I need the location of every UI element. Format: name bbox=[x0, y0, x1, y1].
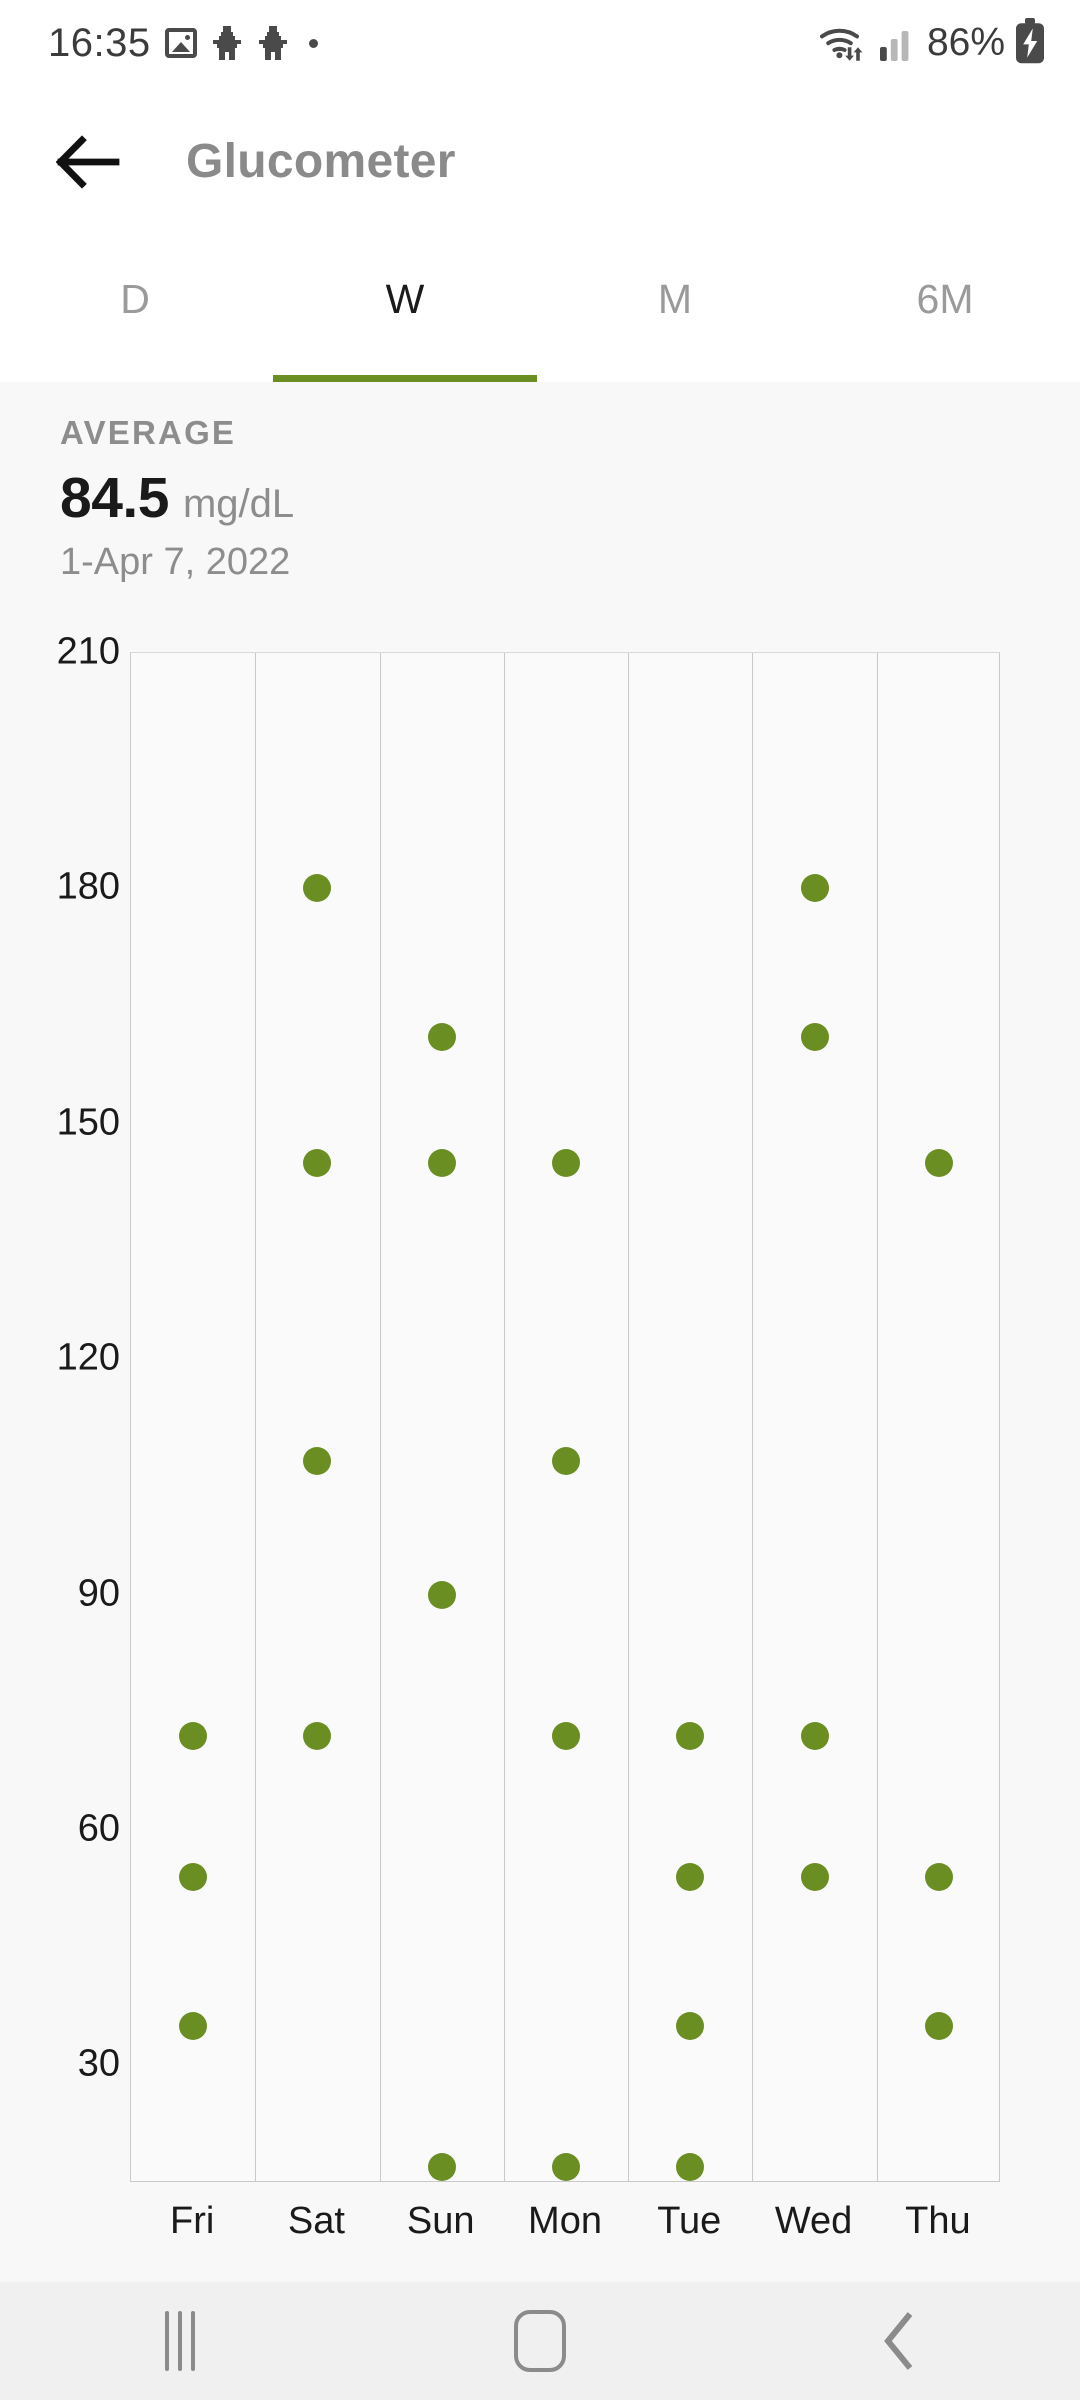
chart-data-point[interactable] bbox=[676, 1863, 705, 1891]
x-axis-tick-label: Sun bbox=[406, 2200, 475, 2242]
chart-data-point[interactable] bbox=[427, 1023, 456, 1052]
back-button-nav[interactable] bbox=[800, 2282, 1000, 2400]
chart-data-point[interactable] bbox=[676, 2153, 705, 2182]
dot-icon bbox=[308, 38, 318, 48]
chart-data-point[interactable] bbox=[800, 1023, 829, 1052]
x-axis-tick-label: Sat bbox=[287, 2200, 345, 2242]
chart-data-point[interactable] bbox=[303, 1447, 332, 1476]
y-axis-tick-label: 180 bbox=[56, 865, 120, 908]
system-navigation-bar bbox=[0, 2282, 1080, 2400]
y-axis-tick-label: 120 bbox=[56, 1336, 120, 1379]
chart-data-point[interactable] bbox=[676, 2012, 705, 2041]
chart-gridline bbox=[255, 653, 257, 2181]
tab-month-label: M bbox=[657, 276, 693, 322]
period-tab-bar: D W M 6M bbox=[0, 236, 1080, 382]
photo-icon bbox=[164, 28, 197, 58]
y-axis-tick-label: 150 bbox=[56, 1101, 120, 1144]
page-title: Glucometer bbox=[186, 134, 456, 188]
tab-six-month[interactable]: 6M bbox=[810, 236, 1080, 382]
chart-gridline bbox=[379, 653, 381, 2181]
x-axis-tick-label: Fri bbox=[169, 2200, 215, 2242]
chart-data-point[interactable] bbox=[924, 1149, 953, 1177]
chart-data-point[interactable] bbox=[800, 1863, 829, 1891]
back-button[interactable] bbox=[40, 114, 136, 210]
chart-data-point[interactable] bbox=[552, 1149, 580, 1177]
chart-plot-area bbox=[130, 652, 1000, 2182]
average-label: AVERAGE bbox=[60, 414, 237, 451]
puzzle-icon bbox=[211, 26, 243, 60]
chart-data-point[interactable] bbox=[179, 2012, 208, 2041]
chart-data-point[interactable] bbox=[800, 874, 829, 903]
average-value-row: 84.5 mg/dL bbox=[60, 465, 294, 531]
tab-week[interactable]: W bbox=[270, 236, 540, 382]
chart-gridline bbox=[628, 653, 630, 2181]
chart-data-point[interactable] bbox=[924, 2012, 953, 2041]
chart-data-point[interactable] bbox=[427, 2153, 456, 2182]
y-axis-tick-label: 210 bbox=[56, 630, 120, 673]
y-axis-labels: 210 180 150 120 90 60 30 bbox=[0, 631, 120, 2182]
back-icon bbox=[884, 2312, 913, 2370]
recents-button[interactable] bbox=[80, 2282, 280, 2400]
tab-day[interactable]: D bbox=[0, 236, 270, 382]
chart-gridline bbox=[876, 653, 878, 2181]
tab-active-indicator bbox=[273, 375, 537, 382]
chart-data-point[interactable] bbox=[427, 1149, 456, 1177]
chart-data-point[interactable] bbox=[179, 1863, 208, 1891]
x-axis-tick-label: Wed bbox=[774, 2200, 853, 2242]
phone-screen: 16:35 86% Glucometer D W M 6M AVERAGE 84… bbox=[0, 0, 1080, 2400]
x-axis-labels: Fri Sat Sun Mon Tue Wed Thu bbox=[130, 2200, 1000, 2270]
chart-data-point[interactable] bbox=[179, 1721, 208, 1750]
home-icon bbox=[514, 2310, 566, 2372]
battery-percent-label: 86% bbox=[926, 21, 1005, 64]
y-axis-tick-label: 60 bbox=[77, 1807, 120, 1850]
puzzle-icon bbox=[257, 26, 289, 60]
home-button[interactable] bbox=[440, 2282, 640, 2400]
chart-gridline bbox=[752, 653, 754, 2181]
chart-data-point[interactable] bbox=[924, 1863, 953, 1891]
chart-data-point[interactable] bbox=[552, 1447, 580, 1476]
chart-data-point[interactable] bbox=[800, 1721, 829, 1750]
tab-week-label: W bbox=[385, 276, 425, 322]
glucose-scatter-chart[interactable]: 210 180 150 120 90 60 30 Fri Sat Sun Mon Tue Wed Thu bbox=[0, 631, 1080, 2242]
content-area: AVERAGE 84.5 mg/dL 1-Apr 7, 2022 210 180 1… bbox=[0, 382, 1080, 2282]
chart-data-point[interactable] bbox=[303, 1149, 332, 1177]
chart-data-point[interactable] bbox=[552, 1721, 580, 1750]
recents-icon bbox=[165, 2311, 195, 2371]
x-axis-tick-label: Tue bbox=[657, 2200, 722, 2242]
x-axis-tick-label: Mon bbox=[528, 2200, 602, 2242]
status-bar: 16:35 86% bbox=[0, 0, 1080, 86]
status-clock: 16:35 bbox=[48, 20, 151, 65]
chart-data-point[interactable] bbox=[303, 1721, 332, 1750]
status-bar-right: 86% bbox=[817, 17, 1046, 69]
tab-month[interactable]: M bbox=[540, 236, 810, 382]
chart-data-point[interactable] bbox=[427, 1580, 456, 1609]
average-date-range: 1-Apr 7, 2022 bbox=[60, 541, 291, 583]
tab-six-month-label: 6M bbox=[916, 276, 974, 322]
back-arrow-icon bbox=[56, 135, 120, 189]
average-value: 84.5 bbox=[60, 466, 169, 530]
cellular-signal-icon bbox=[878, 21, 918, 66]
battery-charging-icon bbox=[1014, 17, 1046, 69]
y-axis-tick-label: 30 bbox=[77, 2042, 120, 2085]
chart-data-point[interactable] bbox=[552, 2153, 580, 2182]
status-bar-left: 16:35 bbox=[48, 21, 318, 66]
chart-gridline bbox=[503, 653, 505, 2181]
app-bar: Glucometer bbox=[0, 86, 1080, 236]
average-summary: AVERAGE 84.5 mg/dL 1-Apr 7, 2022 bbox=[60, 414, 294, 584]
chart-data-point[interactable] bbox=[303, 874, 332, 903]
tab-day-label: D bbox=[120, 276, 150, 322]
y-axis-tick-label: 90 bbox=[77, 1572, 120, 1615]
average-unit: mg/dL bbox=[182, 482, 295, 526]
x-axis-tick-label: Thu bbox=[905, 2200, 971, 2242]
chart-data-point[interactable] bbox=[676, 1721, 705, 1750]
wifi-icon bbox=[817, 20, 869, 67]
